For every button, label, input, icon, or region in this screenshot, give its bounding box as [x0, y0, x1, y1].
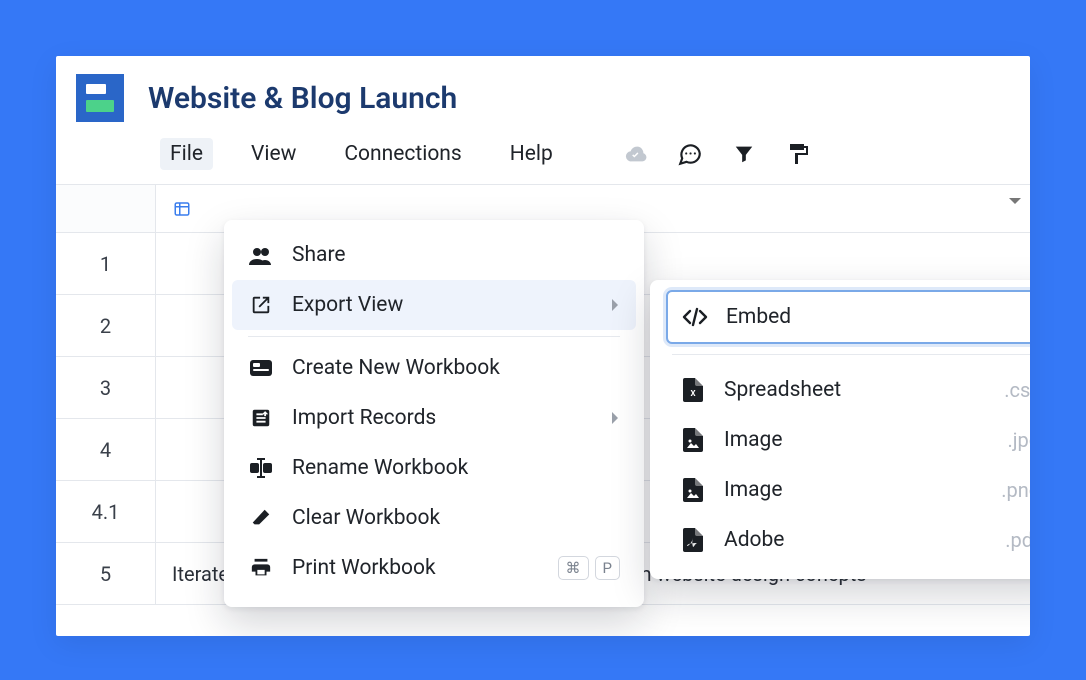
chevron-right-icon [610, 411, 620, 425]
menu-item-label: Clear Workbook [292, 506, 440, 530]
menu-connections[interactable]: Connections [334, 138, 471, 170]
cloud-sync-icon[interactable] [623, 141, 649, 167]
menu-item-label: Export View [292, 293, 403, 317]
submenu-item-label: Image [724, 478, 782, 502]
submenu-item-spreadsheet-csv[interactable]: X Spreadsheet .csv [666, 365, 1030, 415]
print-icon [248, 555, 274, 581]
menu-item-rename-workbook[interactable]: Rename Workbook [224, 443, 644, 493]
row-label-header [56, 185, 156, 233]
column-menu-caret-icon[interactable] [1008, 197, 1022, 207]
workbook-icon [248, 355, 274, 381]
app-logo [76, 74, 124, 122]
file-dropdown-menu: Share Export View Create New Workbook Im… [224, 220, 644, 607]
menu-item-clear-workbook[interactable]: Clear Workbook [224, 493, 644, 543]
row-label[interactable]: 4.1 [56, 481, 156, 543]
workbook-title[interactable]: Website & Blog Launch [148, 81, 457, 116]
submenu-item-embed[interactable]: Embed [666, 290, 1030, 344]
menubar: File View Connections Help [56, 122, 1030, 184]
submenu-item-label: Adobe [724, 528, 784, 552]
submenu-item-adobe-pdf[interactable]: Adobe .pdf [666, 515, 1030, 565]
menu-item-label: Share [292, 243, 346, 267]
import-icon [248, 405, 274, 431]
row-label[interactable]: 5 [56, 543, 156, 605]
export-submenu: Embed X Spreadsheet .csv Image .jpg Imag… [650, 280, 1030, 579]
file-image-icon [680, 427, 706, 453]
file-extension: .csv [1004, 378, 1030, 402]
menu-view[interactable]: View [241, 138, 306, 170]
menu-item-label: Create New Workbook [292, 356, 500, 380]
file-pdf-icon [680, 527, 706, 553]
row-label[interactable]: 3 [56, 357, 156, 419]
format-paint-icon[interactable] [785, 141, 811, 167]
menu-item-label: Print Workbook [292, 556, 436, 580]
menu-item-print-workbook[interactable]: Print Workbook ⌘ P [224, 543, 644, 593]
submenu-item-image-png[interactable]: Image .png [666, 465, 1030, 515]
filter-icon[interactable] [731, 141, 757, 167]
rename-icon [248, 455, 274, 481]
menu-item-label: Import Records [292, 406, 436, 430]
export-icon [248, 292, 274, 318]
menu-item-export-view[interactable]: Export View [232, 280, 636, 330]
file-extension: .png [1001, 478, 1030, 502]
menu-separator [672, 354, 1030, 355]
header: Website & Blog Launch [56, 56, 1030, 122]
file-csv-icon: X [680, 377, 706, 403]
submenu-item-label: Spreadsheet [724, 378, 841, 402]
row-label[interactable]: 1 [56, 233, 156, 295]
svg-text:X: X [690, 389, 695, 398]
embed-icon [682, 304, 708, 330]
row-label[interactable]: 4 [56, 419, 156, 481]
column-type-icon [172, 199, 192, 219]
kbd-key: P [595, 556, 620, 580]
row-labels: 1 2 3 4 4.1 5 [56, 185, 156, 605]
file-extension: .jpg [1007, 428, 1030, 452]
menu-help[interactable]: Help [500, 138, 563, 170]
file-image-icon [680, 477, 706, 503]
submenu-item-label: Image [724, 428, 782, 452]
file-extension: .pdf [1005, 528, 1030, 552]
menu-file[interactable]: File [160, 138, 213, 170]
menu-item-create-workbook[interactable]: Create New Workbook [224, 343, 644, 393]
share-icon [248, 242, 274, 268]
comments-icon[interactable] [677, 141, 703, 167]
submenu-item-image-jpg[interactable]: Image .jpg [666, 415, 1030, 465]
keyboard-shortcut: ⌘ P [558, 556, 620, 580]
app-window: Website & Blog Launch File View Connecti… [56, 56, 1030, 636]
kbd-key: ⌘ [558, 556, 589, 580]
menu-item-label: Rename Workbook [292, 456, 468, 480]
eraser-icon [248, 505, 274, 531]
submenu-item-label: Embed [726, 305, 791, 329]
menu-item-share[interactable]: Share [224, 230, 644, 280]
row-label[interactable]: 2 [56, 295, 156, 357]
chevron-right-icon [610, 298, 620, 312]
menu-item-import-records[interactable]: Import Records [224, 393, 644, 443]
menu-separator [248, 336, 620, 337]
